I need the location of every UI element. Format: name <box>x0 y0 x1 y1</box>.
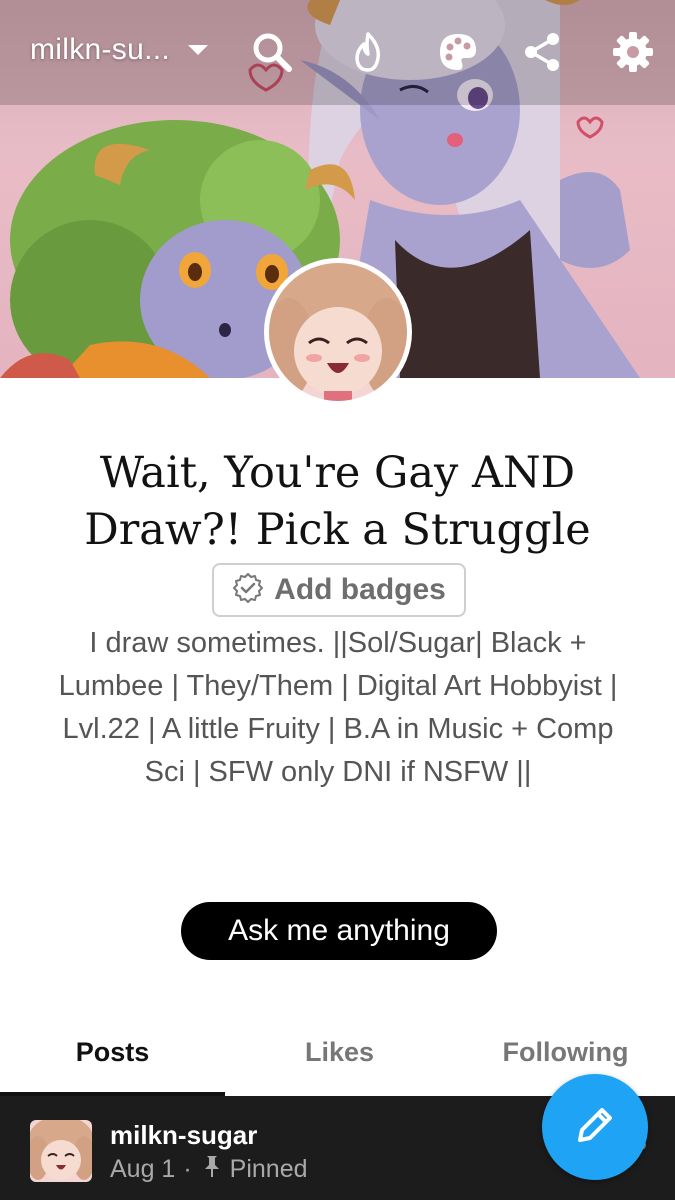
avatar-image <box>269 263 407 401</box>
tab-posts[interactable]: Posts <box>0 1020 225 1096</box>
pencil-icon <box>572 1102 618 1152</box>
post-date: Aug 1 <box>110 1155 176 1183</box>
post-meta: Aug 1 · Pinned <box>110 1154 308 1185</box>
add-badges-button[interactable]: Add badges <box>212 563 466 617</box>
blog-description: I draw sometimes. ||Sol/Sugar| Black + L… <box>58 627 618 788</box>
post-author-avatar[interactable] <box>30 1120 92 1182</box>
tab-likes[interactable]: Likes <box>227 1020 452 1096</box>
top-bar: milkn-su... <box>0 0 675 100</box>
meta-separator: · <box>183 1155 192 1183</box>
blog-name[interactable]: milkn-su... <box>30 33 170 67</box>
share-icon[interactable] <box>520 30 564 74</box>
add-badges-label: Add badges <box>274 573 446 606</box>
page-title: Wait, You're Gay AND Draw?! Pick a Strug… <box>84 448 591 555</box>
badge-icon <box>232 572 264 608</box>
fire-icon[interactable] <box>346 30 390 74</box>
palette-icon[interactable] <box>436 30 480 74</box>
pin-icon <box>202 1154 222 1185</box>
compose-button[interactable] <box>542 1074 648 1180</box>
search-icon[interactable] <box>250 30 294 74</box>
ask-me-anything-button[interactable]: Ask me anything <box>181 902 497 960</box>
chevron-down-icon[interactable] <box>188 45 208 55</box>
avatar[interactable] <box>264 258 412 406</box>
pinned-label: Pinned <box>229 1155 308 1183</box>
post-author-name[interactable]: milkn-sugar <box>110 1120 257 1151</box>
gear-icon[interactable] <box>611 30 655 74</box>
